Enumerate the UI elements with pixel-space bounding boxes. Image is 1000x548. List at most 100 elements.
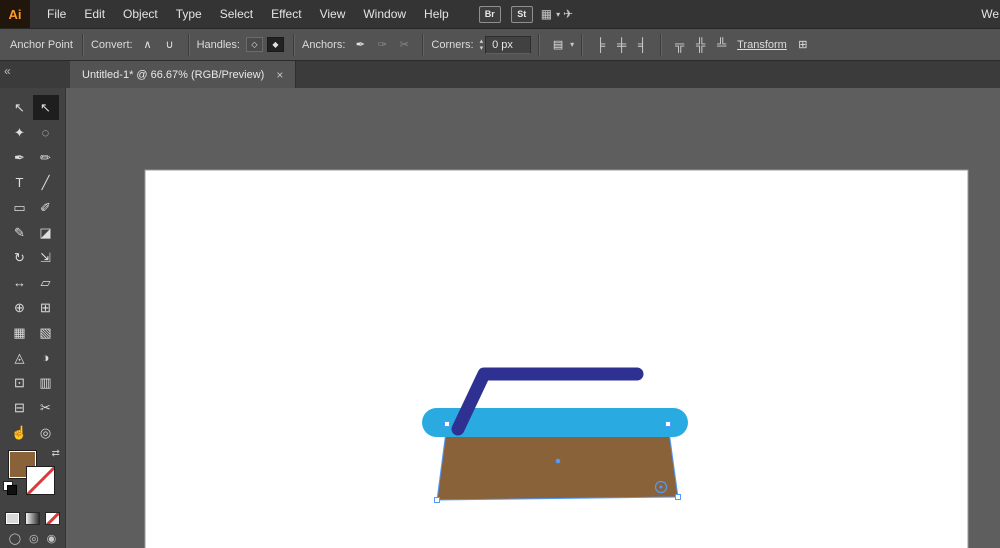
workspace-switcher[interactable]: We (981, 7, 1000, 21)
shaper-tool[interactable]: ✎ (7, 220, 33, 245)
live-corner-widget-dot (659, 485, 663, 489)
close-icon[interactable]: × (276, 68, 283, 82)
document-tab-bar: « Untitled-1* @ 66.67% (RGB/Preview) × (0, 61, 1000, 88)
corners-label: Corners: (431, 38, 474, 51)
column-graph-tool[interactable]: ▥ (33, 370, 59, 395)
free-transform-widget-icon[interactable]: ⊞ (794, 37, 812, 53)
transform-link[interactable]: Transform (737, 39, 787, 51)
anchor-point[interactable] (444, 421, 450, 427)
menu-bar: Ai File Edit Object Type Select Effect View Win… (0, 0, 1000, 28)
draw-normal-icon[interactable]: ◯ (9, 533, 21, 545)
selection-tool[interactable]: ↖ (7, 95, 33, 120)
menu-type[interactable]: Type (167, 0, 211, 28)
anchor-point[interactable] (675, 494, 681, 500)
align-top-icon[interactable]: ╦ (672, 37, 687, 53)
none-slash-icon (26, 467, 54, 494)
anchors-label: Anchors: (301, 38, 346, 51)
magic-wand-tool[interactable]: ✦ (7, 120, 33, 145)
lasso-tool[interactable]: ◌ (33, 120, 59, 145)
menu-view[interactable]: View (311, 0, 355, 28)
draw-inside-icon[interactable]: ◉ (47, 533, 57, 545)
stepper-down-icon[interactable]: ▾ (480, 45, 484, 52)
separator (81, 33, 84, 56)
direct-selection-tool[interactable]: ↖ (32, 95, 59, 120)
control-bar: Anchor Point Convert: ∧ ∪ Handles: ◇ ◆ Anc… (0, 28, 1000, 61)
paintbrush-tool[interactable]: ✐ (33, 195, 59, 220)
convert-to-smooth-icon[interactable]: ∪ (161, 37, 179, 53)
corners-stepper[interactable]: ▴ ▾ (480, 38, 484, 52)
scale-tool[interactable]: ⇲ (33, 245, 59, 270)
isolate-object-icon[interactable]: ▤ (549, 37, 567, 53)
align-bottom-icon[interactable]: ╩ (714, 37, 729, 53)
blend-tool[interactable]: ◑ (33, 345, 59, 370)
align-center-icon[interactable]: ╪ (614, 37, 629, 53)
chevron-down-icon[interactable]: ▾ (570, 40, 574, 49)
document-tab[interactable]: Untitled-1* @ 66.67% (RGB/Preview) × (70, 61, 297, 88)
main-area: ↖ ↖ ✦ ◌ ✒ ✏ T ╱ ▭ ✐ ✎ ◪ ↻ ⇲ ↔ ▱ ⊕ ⊞ ▦ ▧ ◬ ◑ ⊡ ▥ ⊟ ✂ ☝ ◎ ⇄ ◯ ◎ ◉ (0, 88, 1000, 548)
chevron-down-icon[interactable]: ▾ (556, 10, 560, 19)
align-left-icon[interactable]: ╞ (593, 37, 608, 53)
color-button[interactable] (5, 512, 20, 525)
canvas[interactable] (66, 88, 1000, 548)
show-handles-icon[interactable]: ◇ (245, 37, 263, 52)
mesh-tool[interactable]: ▦ (7, 320, 33, 345)
connect-anchors-icon[interactable]: ✑ (373, 37, 391, 53)
width-tool[interactable]: ↔ (7, 270, 33, 295)
menu-window[interactable]: Window (354, 0, 415, 28)
stepper-up-icon[interactable]: ▴ (480, 38, 484, 45)
line-segment-tool[interactable]: ╱ (33, 170, 59, 195)
align-middle-icon[interactable]: ╬ (693, 37, 708, 53)
gpu-performance-icon[interactable]: ✈ (563, 7, 573, 21)
swap-fill-stroke-icon[interactable]: ⇄ (52, 448, 60, 459)
none-button[interactable] (45, 512, 60, 525)
curvature-tool[interactable]: ✏ (33, 145, 59, 170)
arrange-documents-icon[interactable]: ▦ (541, 7, 552, 21)
menu-file[interactable]: File (38, 0, 75, 28)
gradient-tool[interactable]: ▧ (33, 320, 59, 345)
bridge-button[interactable]: Br (478, 5, 501, 23)
default-stroke-mini (6, 485, 17, 495)
center-point[interactable] (555, 458, 561, 464)
free-transform-tool[interactable]: ▱ (33, 270, 59, 295)
menu-help[interactable]: Help (415, 0, 458, 28)
perspective-grid-tool[interactable]: ⊞ (33, 295, 59, 320)
vertical-align-group: ╦ ╬ ╩ (669, 37, 732, 53)
anchor-point[interactable] (665, 421, 671, 427)
corners-value-input[interactable]: 0 px (485, 35, 532, 54)
draw-behind-icon[interactable]: ◎ (29, 533, 39, 545)
zoom-tool[interactable]: ◎ (33, 420, 59, 445)
align-right-icon[interactable]: ╡ (635, 37, 650, 53)
stock-button[interactable]: St (510, 5, 533, 23)
menu-object[interactable]: Object (114, 0, 167, 28)
cut-path-icon[interactable]: ✂ (395, 37, 413, 53)
eyedropper-tool[interactable]: ◬ (7, 345, 33, 370)
rectangle-tool[interactable]: ▭ (7, 195, 33, 220)
tools-grid: ↖ ↖ ✦ ◌ ✒ ✏ T ╱ ▭ ✐ ✎ ◪ ↻ ⇲ ↔ ▱ ⊕ ⊞ ▦ ▧ ◬ ◑ ⊡ ▥ ⊟ ✂ ☝ ◎ (7, 95, 59, 445)
none-slash-icon (46, 513, 59, 524)
shape-builder-tool[interactable]: ⊕ (7, 295, 33, 320)
menu-edit[interactable]: Edit (75, 0, 114, 28)
slice-tool[interactable]: ✂ (33, 395, 59, 420)
gradient-button[interactable] (25, 512, 40, 525)
collapse-panels-icon[interactable]: « (4, 64, 11, 78)
anchor-point[interactable] (434, 497, 440, 503)
eraser-tool[interactable]: ◪ (33, 220, 59, 245)
default-swatches-icon[interactable] (2, 481, 17, 495)
panel-title: Anchor Point (10, 38, 73, 51)
symbol-sprayer-tool[interactable]: ⊡ (7, 370, 33, 395)
paint-style-buttons (5, 512, 60, 525)
menu-effect[interactable]: Effect (262, 0, 310, 28)
rotate-tool[interactable]: ↻ (7, 245, 33, 270)
illustrator-logo: Ai (0, 0, 30, 28)
artboard-tool[interactable]: ⊟ (7, 395, 33, 420)
menu-select[interactable]: Select (211, 0, 262, 28)
hand-tool[interactable]: ☝ (7, 420, 33, 445)
pen-tool[interactable]: ✒ (7, 145, 33, 170)
separator (538, 33, 541, 56)
remove-anchor-icon[interactable]: ✒ (351, 37, 369, 53)
type-tool[interactable]: T (7, 170, 33, 195)
menu-items: File Edit Object Type Select Effect View Window… (38, 0, 458, 28)
convert-to-corner-icon[interactable]: ∧ (139, 37, 157, 53)
stroke-swatch-none[interactable] (25, 466, 55, 495)
hide-handles-icon[interactable]: ◆ (266, 37, 284, 52)
